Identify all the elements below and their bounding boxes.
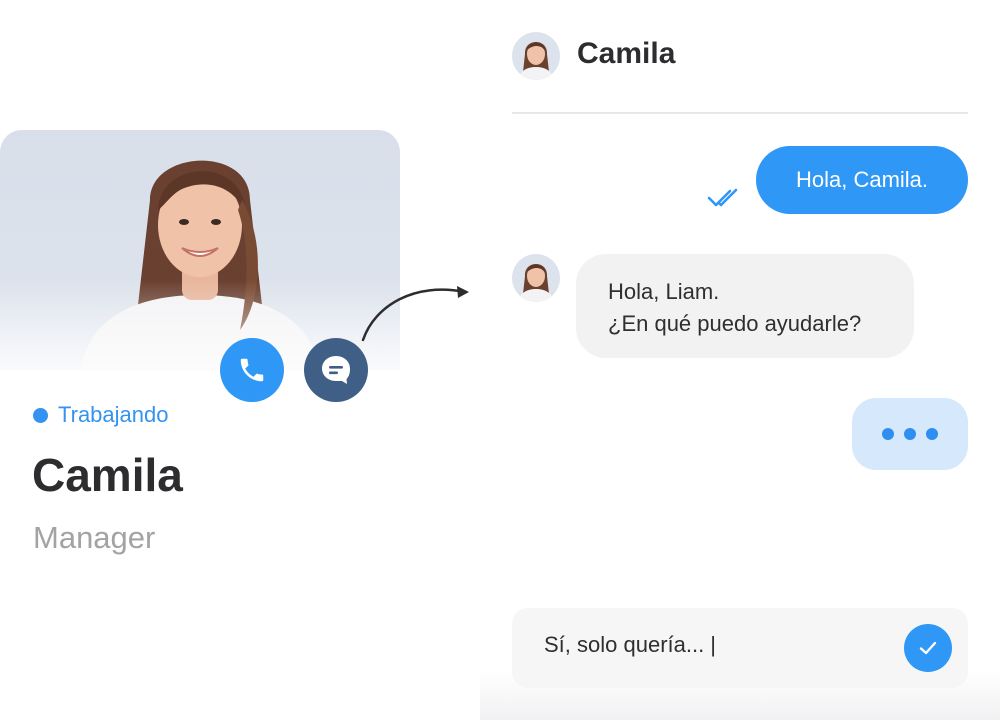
chat-icon xyxy=(322,356,350,384)
contact-avatar[interactable] xyxy=(512,32,560,80)
message-avatar xyxy=(512,254,560,302)
double-check-icon xyxy=(707,188,738,207)
call-button[interactable] xyxy=(220,338,284,402)
status-label: Trabajando xyxy=(58,402,169,427)
typing-indicator xyxy=(852,398,968,470)
avatar-image xyxy=(512,32,560,80)
avatar-image xyxy=(512,254,560,302)
phone-icon xyxy=(240,358,264,382)
header-divider xyxy=(512,112,968,114)
send-button[interactable] xyxy=(904,624,952,672)
message-input[interactable]: Sí, solo quería... | xyxy=(544,632,716,658)
incoming-message: Hola, Liam. ¿En qué puedo ayudarle? xyxy=(576,254,914,358)
typing-dot xyxy=(926,428,938,440)
message-composer: Sí, solo quería... | xyxy=(512,608,968,688)
incoming-message-line: ¿En qué puedo ayudarle? xyxy=(608,311,862,336)
profile-role: Manager xyxy=(33,520,156,555)
profile-name: Camila xyxy=(32,449,183,501)
chat-contact-name: Camila xyxy=(577,37,676,70)
presence-status: Trabajando xyxy=(33,402,168,428)
outgoing-message: Hola, Camila. xyxy=(756,146,968,214)
checkmark-icon xyxy=(919,641,937,655)
status-dot xyxy=(33,407,48,423)
typing-dot xyxy=(904,428,916,440)
incoming-message-line: Hola, Liam. xyxy=(608,279,720,304)
profile-photo xyxy=(0,130,400,370)
connector-arrow xyxy=(361,286,469,342)
typing-dot xyxy=(882,428,894,440)
